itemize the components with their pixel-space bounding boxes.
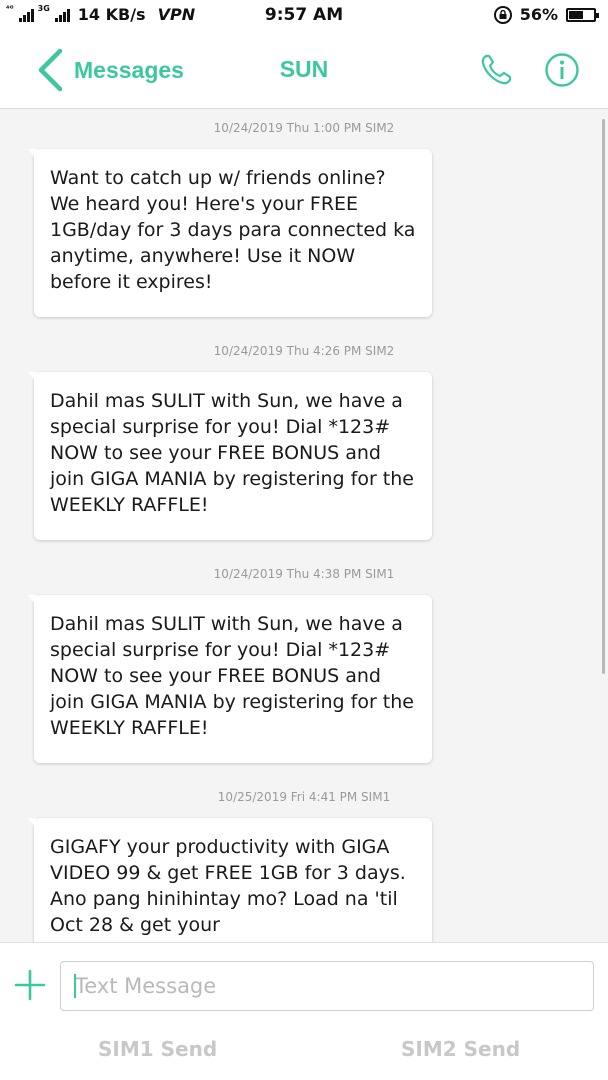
message-bubble[interactable]: Dahil mas SULIT with Sun, we have a spec… xyxy=(28,595,432,763)
rotation-lock-icon xyxy=(493,5,512,24)
message-bubble[interactable]: GIGAFY your productivity with GIGA VIDEO… xyxy=(28,818,432,942)
message-text: Want to catch up w/ friends online? We h… xyxy=(50,167,416,293)
phone-icon xyxy=(481,54,512,85)
messages-screen: ⁴ᴳ 3G 14 KB/s VPN 9:57 AM 56% Messages S… xyxy=(0,0,608,1080)
info-button[interactable] xyxy=(544,52,580,88)
info-icon xyxy=(545,53,579,87)
status-bar: ⁴ᴳ 3G 14 KB/s VPN 9:57 AM 56% xyxy=(0,0,608,32)
sim2-send-button[interactable]: SIM2 Send xyxy=(401,1037,520,1061)
add-attachment-button[interactable] xyxy=(12,967,48,1003)
conversation-title: SUN xyxy=(279,56,329,82)
message-input[interactable] xyxy=(60,961,594,1011)
scrollbar[interactable] xyxy=(602,119,605,674)
message-composer: SIM1 Send SIM2 Send xyxy=(0,942,608,1080)
sim1-send-button[interactable]: SIM1 Send xyxy=(98,1037,217,1061)
plus-icon xyxy=(14,969,46,1001)
message-text: GIGAFY your productivity with GIGA VIDEO… xyxy=(50,836,406,936)
conversation-list[interactable]: 10/24/2019 Thu 1:00 PM SIM2 Want to catc… xyxy=(0,109,608,942)
message-timestamp: 10/24/2019 Thu 4:26 PM SIM2 xyxy=(213,344,395,358)
battery-percent: 56% xyxy=(519,5,558,24)
battery-icon xyxy=(566,7,599,22)
message-timestamp: 10/25/2019 Fri 4:41 PM SIM1 xyxy=(217,790,391,804)
text-caret xyxy=(74,974,76,998)
nav-bar: Messages SUN xyxy=(0,32,608,109)
message-text: Dahil mas SULIT with Sun, we have a spec… xyxy=(50,390,414,516)
call-button[interactable] xyxy=(478,52,514,88)
message-text: Dahil mas SULIT with Sun, we have a spec… xyxy=(50,613,414,739)
message-timestamp: 10/24/2019 Thu 4:38 PM SIM1 xyxy=(213,567,395,581)
message-timestamp: 10/24/2019 Thu 1:00 PM SIM2 xyxy=(213,121,395,135)
status-right: 56% xyxy=(493,5,599,24)
message-bubble[interactable]: Dahil mas SULIT with Sun, we have a spec… xyxy=(28,372,432,540)
message-bubble[interactable]: Want to catch up w/ friends online? We h… xyxy=(28,149,432,317)
